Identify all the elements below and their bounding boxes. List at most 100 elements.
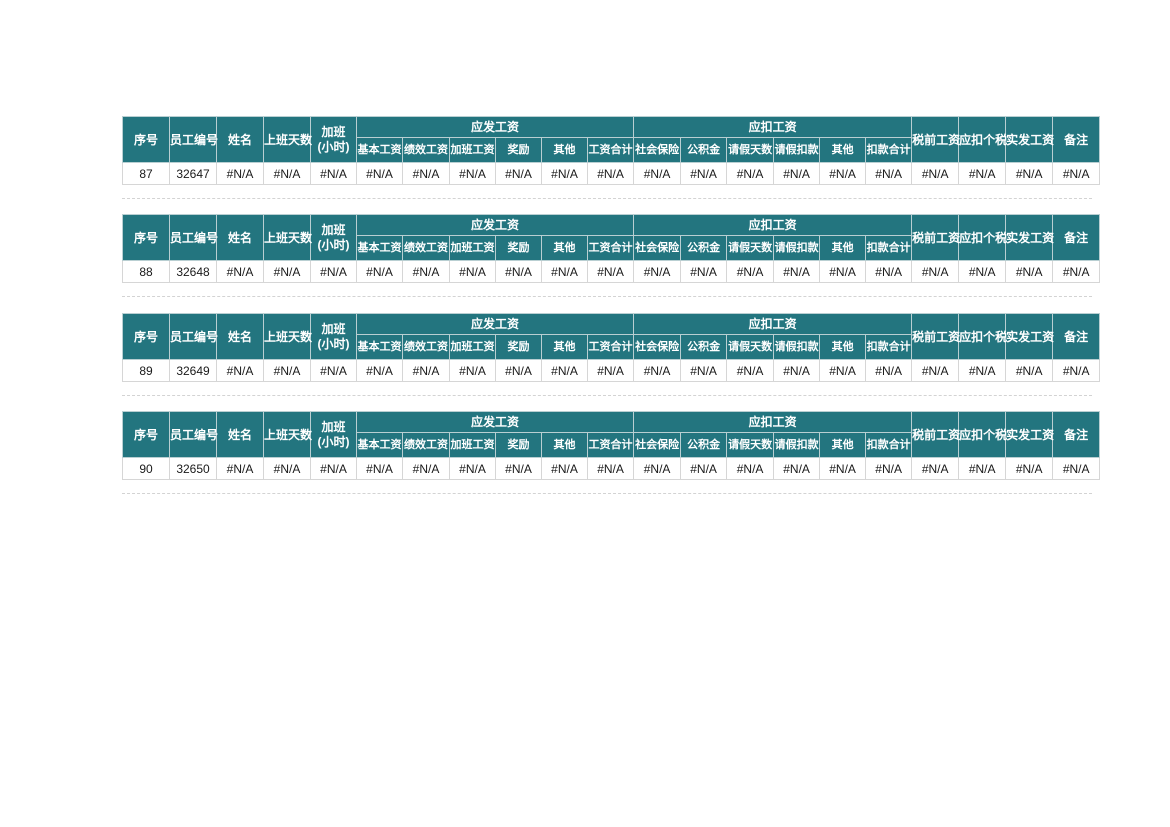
cell-seq[interactable]: 89 [122,359,170,382]
cell-pretax[interactable]: #N/A [911,260,960,283]
col-header-overtime-line1: 加班 [321,419,346,434]
col-group-header-deduct: 应扣工资 [633,116,913,138]
cell-remark[interactable]: #N/A [1052,359,1101,382]
cell-base-salary[interactable]: #N/A [356,260,403,283]
cell-bonus[interactable]: #N/A [495,162,542,185]
cell-deduct-other[interactable]: #N/A [819,260,867,283]
cell-deduction-total[interactable]: #N/A [865,359,913,382]
cell-net-pay[interactable]: #N/A [1005,359,1054,382]
cell-payable-other[interactable]: #N/A [541,359,588,382]
cell-employee-id[interactable]: 32650 [169,457,217,480]
cell-payable-other[interactable]: #N/A [541,457,588,480]
cell-payable-other[interactable]: #N/A [541,260,588,283]
cell-net-pay[interactable]: #N/A [1005,162,1054,185]
cell-leave-days[interactable]: #N/A [726,260,775,283]
col-header-deduction-total: 扣款合计 [865,432,913,458]
cell-housing-fund[interactable]: #N/A [680,359,728,382]
cell-bonus[interactable]: #N/A [495,260,542,283]
cell-deduct-other[interactable]: #N/A [819,359,867,382]
cell-social-insurance[interactable]: #N/A [633,457,682,480]
cell-work-days[interactable]: #N/A [263,457,311,480]
cell-base-salary[interactable]: #N/A [356,359,403,382]
cell-leave-days[interactable]: #N/A [726,162,775,185]
cell-remark[interactable]: #N/A [1052,260,1101,283]
cell-employee-id[interactable]: 32649 [169,359,217,382]
cell-employee-id[interactable]: 32647 [169,162,217,185]
cell-deduct-other[interactable]: #N/A [819,457,867,480]
header-row-group: 序号 员工编号 姓名 上班天数 加班 (小时) 应发工资 应扣工资 税前工资 应… [122,116,1101,163]
cell-performance-salary[interactable]: #N/A [402,359,450,382]
cell-leave-deduction[interactable]: #N/A [773,457,821,480]
cell-bonus[interactable]: #N/A [495,457,542,480]
col-header-seq: 序号 [122,411,170,458]
cell-seq[interactable]: 87 [122,162,170,185]
payroll-table: 序号 员工编号 姓名 上班天数 加班 (小时) 应发工资 应扣工资 税前工资 应… [122,313,1101,382]
cell-net-pay[interactable]: #N/A [1005,260,1054,283]
cell-overtime-salary[interactable]: #N/A [449,162,496,185]
cell-income-tax[interactable]: #N/A [958,260,1007,283]
cell-income-tax[interactable]: #N/A [958,457,1007,480]
cell-overtime[interactable]: #N/A [310,260,357,283]
cell-leave-deduction[interactable]: #N/A [773,260,821,283]
col-header-bonus: 奖励 [495,334,542,360]
cell-deduction-total[interactable]: #N/A [865,162,913,185]
cell-pretax[interactable]: #N/A [911,359,960,382]
col-header-housing-fund: 公积金 [680,137,728,163]
cell-housing-fund[interactable]: #N/A [680,260,728,283]
cell-overtime[interactable]: #N/A [310,162,357,185]
payroll-block: 序号 员工编号 姓名 上班天数 加班 (小时) 应发工资 应扣工资 税前工资 应… [122,313,1101,382]
cell-salary-total[interactable]: #N/A [586,359,635,382]
cell-seq[interactable]: 90 [122,457,170,480]
cell-name[interactable]: #N/A [216,457,264,480]
cell-leave-deduction[interactable]: #N/A [773,359,821,382]
cell-name[interactable]: #N/A [216,359,264,382]
cell-overtime-salary[interactable]: #N/A [449,260,496,283]
cell-pretax[interactable]: #N/A [911,162,960,185]
col-header-salary-total: 工资合计 [586,334,635,360]
cell-work-days[interactable]: #N/A [263,359,311,382]
cell-net-pay[interactable]: #N/A [1005,457,1054,480]
cell-social-insurance[interactable]: #N/A [633,162,682,185]
cell-deduction-total[interactable]: #N/A [865,260,913,283]
cell-deduct-other[interactable]: #N/A [819,162,867,185]
cell-bonus[interactable]: #N/A [495,359,542,382]
cell-remark[interactable]: #N/A [1052,457,1101,480]
cell-payable-other[interactable]: #N/A [541,162,588,185]
cell-employee-id[interactable]: 32648 [169,260,217,283]
cell-overtime-salary[interactable]: #N/A [449,359,496,382]
cell-housing-fund[interactable]: #N/A [680,162,728,185]
cell-pretax[interactable]: #N/A [911,457,960,480]
cell-income-tax[interactable]: #N/A [958,162,1007,185]
cell-income-tax[interactable]: #N/A [958,359,1007,382]
cell-overtime-salary[interactable]: #N/A [449,457,496,480]
col-header-name: 姓名 [216,214,264,261]
cell-deduction-total[interactable]: #N/A [865,457,913,480]
worksheet-page: 序号 员工编号 姓名 上班天数 加班 (小时) 应发工资 应扣工资 税前工资 应… [0,0,1170,827]
cell-overtime[interactable]: #N/A [310,359,357,382]
cell-leave-days[interactable]: #N/A [726,359,775,382]
cell-name[interactable]: #N/A [216,162,264,185]
cell-work-days[interactable]: #N/A [263,260,311,283]
cell-salary-total[interactable]: #N/A [586,162,635,185]
cell-remark[interactable]: #N/A [1052,162,1101,185]
cell-overtime[interactable]: #N/A [310,457,357,480]
cell-salary-total[interactable]: #N/A [586,260,635,283]
cell-social-insurance[interactable]: #N/A [633,359,682,382]
cell-performance-salary[interactable]: #N/A [402,457,450,480]
cell-social-insurance[interactable]: #N/A [633,260,682,283]
cell-performance-salary[interactable]: #N/A [402,162,450,185]
col-header-net-pay: 实发工资 [1005,214,1054,261]
cell-name[interactable]: #N/A [216,260,264,283]
cell-leave-deduction[interactable]: #N/A [773,162,821,185]
cell-base-salary[interactable]: #N/A [356,457,403,480]
col-header-remark: 备注 [1052,214,1101,261]
cell-performance-salary[interactable]: #N/A [402,260,450,283]
cell-leave-days[interactable]: #N/A [726,457,775,480]
table-row: 90 32650 #N/A #N/A #N/A #N/A #N/A #N/A #… [122,457,1101,480]
cell-housing-fund[interactable]: #N/A [680,457,728,480]
cell-seq[interactable]: 88 [122,260,170,283]
cell-base-salary[interactable]: #N/A [356,162,403,185]
cell-work-days[interactable]: #N/A [263,162,311,185]
cell-salary-total[interactable]: #N/A [586,457,635,480]
col-header-work-days: 上班天数 [263,116,312,163]
